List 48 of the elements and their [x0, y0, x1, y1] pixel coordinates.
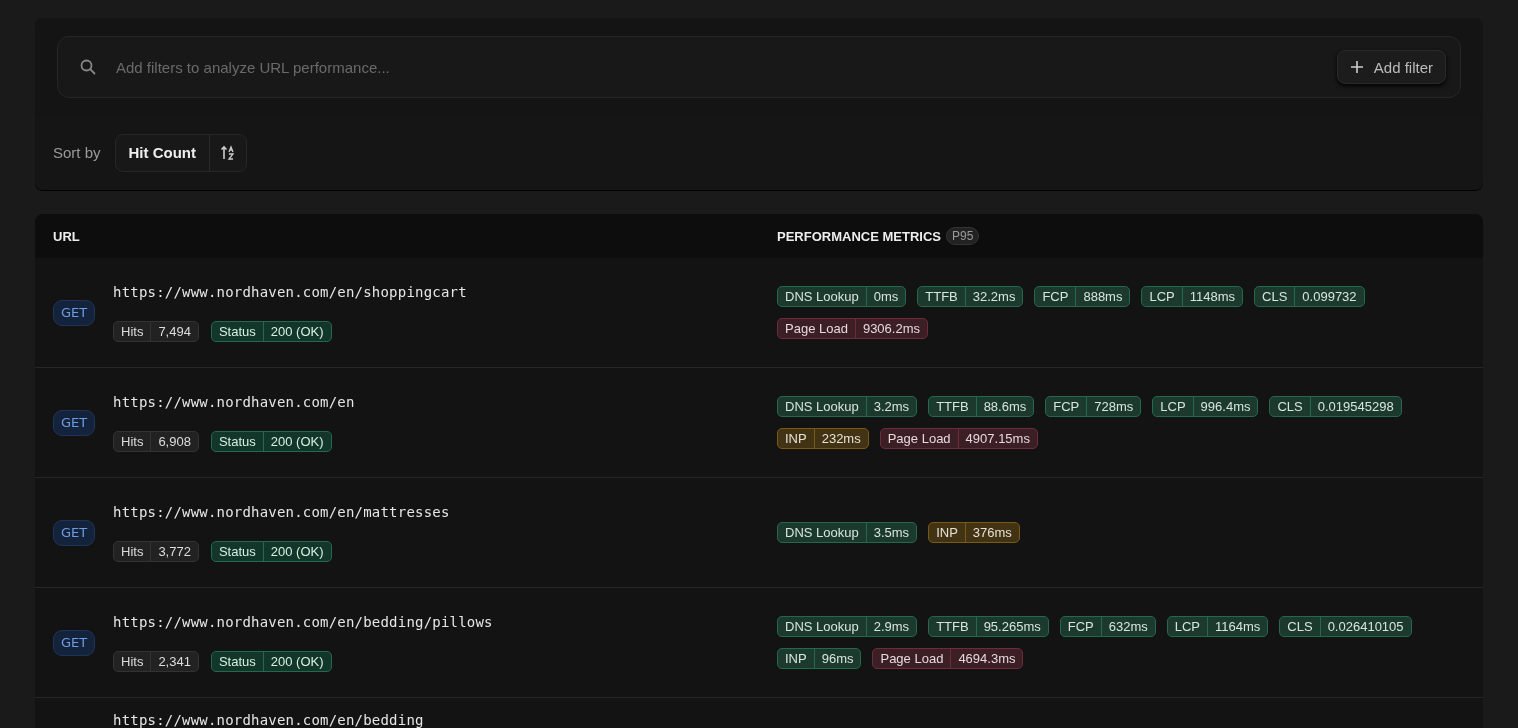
url-text: https://www.nordhaven.com/en	[113, 393, 355, 410]
metric-tag: DNS Lookup 2.9ms	[777, 616, 918, 637]
filter-search-field[interactable]: Add filters to analyze URL performance... Add filter	[57, 36, 1461, 98]
sort-by-label: Sort by	[53, 144, 101, 161]
search-icon	[80, 59, 96, 75]
metric-tag: FCP 632ms	[1059, 616, 1156, 637]
metric-tag: Page Load 9306.2ms	[777, 318, 928, 339]
status-tag: Status 200 (OK)	[210, 540, 332, 562]
http-method-badge: GET	[53, 519, 95, 546]
hits-tag: Hits 7,494	[113, 320, 199, 342]
metric-tag: TTFB 32.2ms	[917, 286, 1024, 307]
hits-tag: Hits 2,341	[113, 650, 199, 672]
percentile-badge: P95	[945, 227, 980, 245]
http-method-badge: GET	[53, 629, 95, 656]
hits-tag: Hits 3,772	[113, 540, 199, 562]
metric-tag: DNS Lookup 0ms	[777, 286, 907, 307]
metric-tag: LCP 996.4ms	[1152, 396, 1259, 417]
status-tag: Status 200 (OK)	[210, 650, 332, 672]
status-tag: Status 200 (OK)	[210, 430, 332, 452]
hits-tag: Hits 6,908	[113, 430, 199, 452]
metric-tag: DNS Lookup 3.5ms	[777, 522, 918, 543]
column-header: PERFORMANCE METRICS	[777, 228, 941, 244]
metric-tag: FCP 728ms	[1045, 396, 1142, 417]
add-filter-button[interactable]: Add filter	[1336, 50, 1446, 84]
metric-tag: DNS Lookup 3.2ms	[777, 396, 918, 417]
metric-tag: INP 376ms	[928, 522, 1020, 543]
metric-tag: Page Load 4694.3ms	[872, 648, 1024, 669]
metric-tag: CLS 0.019545298	[1269, 396, 1402, 417]
url-text: https://www.nordhaven.com/en/shoppingcart	[113, 283, 467, 300]
metric-tag: FCP 888ms	[1034, 286, 1131, 307]
metric-tag: INP 96ms	[777, 648, 862, 669]
column-header: URL	[52, 228, 81, 244]
metric-tag: TTFB 88.6ms	[928, 396, 1035, 417]
metric-tag: Page Load 4907.15ms	[879, 428, 1038, 449]
metric-tag: CLS 0.099732	[1254, 286, 1365, 307]
url-text: https://www.nordhaven.com/en/mattresses	[113, 503, 450, 520]
metric-tag: TTFB 95.265ms	[928, 616, 1049, 637]
url-text: https://www.nordhaven.com/en/bedding/pillows	[113, 613, 493, 630]
status-tag: Status 200 (OK)	[210, 320, 332, 342]
metric-tag: LCP 1148ms	[1141, 286, 1244, 307]
metric-tag: LCP 1164ms	[1166, 616, 1269, 637]
sort-ascending-icon	[220, 144, 236, 161]
url-text: https://www.nordhaven.com/en/bedding	[113, 712, 424, 728]
metric-tag: CLS 0.026410105	[1279, 616, 1412, 637]
http-method-badge: GET	[53, 299, 95, 326]
plus-icon	[1349, 60, 1364, 74]
metric-tag: INP 232ms	[777, 428, 869, 449]
http-method-badge: GET	[53, 409, 95, 436]
